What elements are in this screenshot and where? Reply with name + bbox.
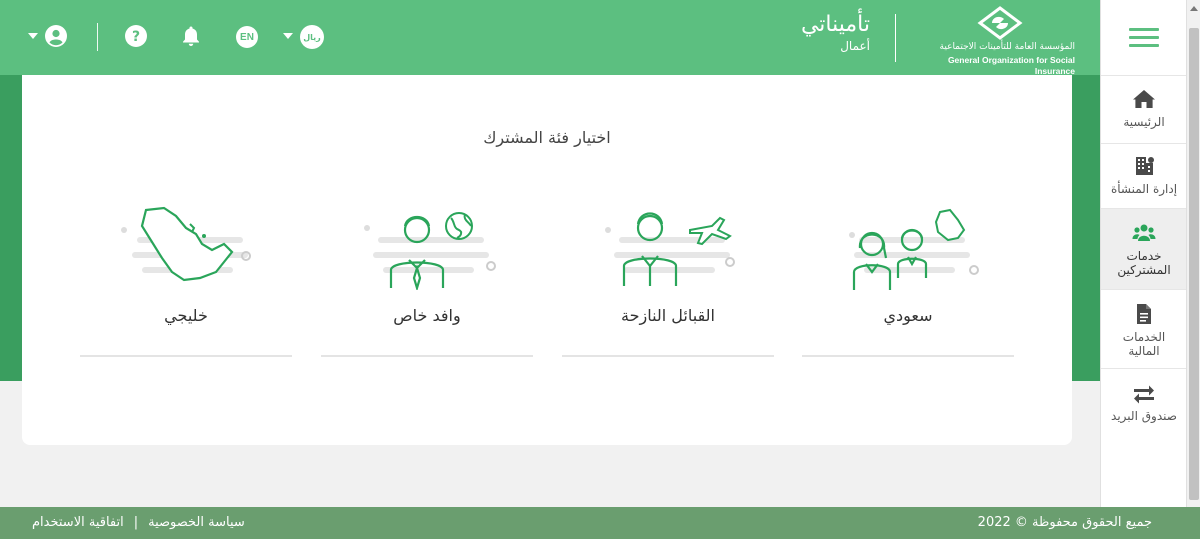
category-underline [802, 355, 1014, 357]
header-divider [97, 23, 98, 51]
document-icon [1137, 304, 1151, 324]
user-icon[interactable] [44, 24, 68, 48]
sidebar-divider [1101, 75, 1187, 76]
language-switch[interactable]: EN [236, 26, 258, 48]
user-menu-caret-icon[interactable] [28, 33, 38, 39]
page-footer: سياسة الخصوصية | اتفاقية الاستخدام جميع … [0, 507, 1200, 539]
users-icon [1132, 224, 1156, 241]
svg-text:?: ? [132, 29, 140, 45]
brand-subtitle: أعمال [840, 39, 870, 53]
hamburger-menu-icon[interactable] [1129, 28, 1159, 48]
right-sidebar: الرئيسية إدارة المنشأة خدمات المشتركين ا… [1100, 0, 1187, 507]
category-label: وافد خاص [393, 306, 461, 325]
sidebar-divider [1101, 289, 1187, 290]
footer-separator: | [133, 515, 139, 530]
arrows-exchange-icon [1134, 385, 1154, 404]
expat-icon [364, 212, 496, 290]
sidebar-item-financial-services[interactable]: الخدمات المالية [1101, 302, 1187, 366]
sidebar-item-label: الرئيسية [1123, 115, 1165, 129]
sidebar-item-label: إدارة المنشأة [1110, 182, 1178, 196]
top-header: ? EN ريال تأميناتي أعمال المؤسسة العامة … [0, 0, 1100, 76]
footer-links: سياسة الخصوصية | اتفاقية الاستخدام [32, 515, 245, 530]
sidebar-item-label: الخدمات المالية [1122, 330, 1166, 358]
sidebar-item-establishment[interactable]: إدارة المنشأة [1101, 154, 1187, 208]
category-underline [80, 355, 292, 357]
page-title: اختيار فئة المشترك [483, 128, 611, 147]
help-icon[interactable]: ? [124, 24, 148, 48]
saudi-family-icon [849, 208, 979, 290]
category-underline [321, 355, 533, 357]
brand-divider [895, 14, 896, 62]
notification-bell-icon[interactable] [179, 24, 203, 48]
category-saudi[interactable]: سعودي [802, 200, 1014, 357]
gosi-logo-icon [977, 6, 1023, 40]
sidebar-divider [1101, 143, 1187, 144]
org-name-arabic: المؤسسة العامة للتأمينات الاجتماعية [939, 42, 1075, 52]
building-icon [1136, 157, 1154, 175]
category-label: خليجي [164, 306, 208, 325]
category-gulf[interactable]: خليجي [80, 200, 292, 357]
sidebar-item-home[interactable]: الرئيسية [1101, 87, 1187, 141]
gulf-map-icon [121, 206, 251, 282]
category-underline [562, 355, 774, 357]
brand-logo[interactable]: تأميناتي أعمال [770, 12, 870, 54]
category-label: سعودي [883, 306, 933, 325]
sidebar-item-subscriber-services[interactable]: خدمات المشتركين [1101, 209, 1187, 289]
sidebar-item-label: خدمات المشتركين [1117, 249, 1171, 277]
sidebar-item-label: صندوق البريد [1111, 409, 1177, 423]
copyright-text: جميع الحقوق محفوظة © 2022 [977, 515, 1152, 530]
migrant-tribes-icon [605, 212, 735, 286]
currency-badge[interactable]: ريال [300, 25, 324, 49]
category-expat[interactable]: وافد خاص [321, 200, 533, 357]
privacy-policy-link[interactable]: سياسة الخصوصية [148, 515, 245, 530]
scroll-up-arrow-icon[interactable] [1190, 6, 1198, 11]
category-migrant-tribes[interactable]: القبائل النازحة [562, 200, 774, 357]
brand-title: تأميناتي [800, 12, 870, 37]
scrollbar-thumb[interactable] [1189, 28, 1199, 500]
org-name-english: General Organization for Social Insuranc… [947, 55, 1075, 76]
home-icon [1133, 90, 1155, 108]
category-label: القبائل النازحة [621, 306, 715, 325]
sidebar-divider [1101, 368, 1187, 369]
currency-caret-icon[interactable] [283, 33, 293, 39]
terms-of-use-link[interactable]: اتفاقية الاستخدام [32, 515, 124, 530]
sidebar-item-mailbox[interactable]: صندوق البريد [1101, 381, 1187, 435]
page-scrollbar[interactable] [1186, 0, 1200, 507]
